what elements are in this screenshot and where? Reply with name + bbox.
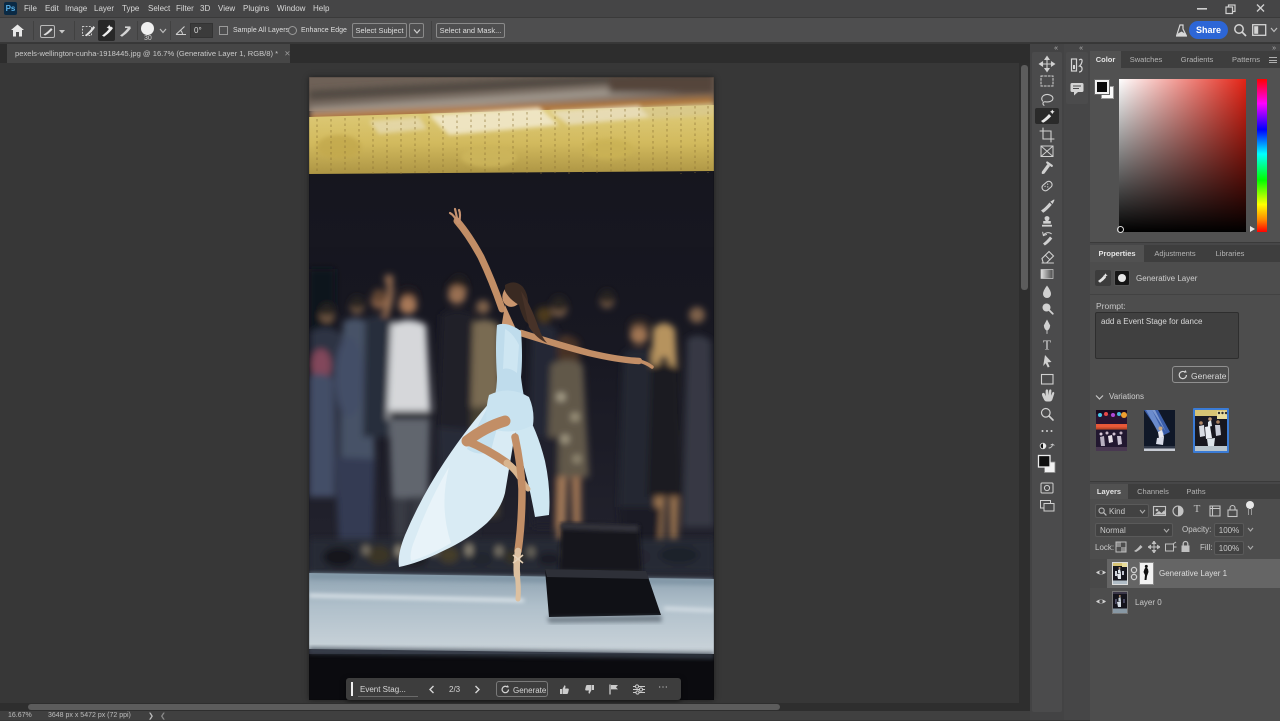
svg-text:T: T [1043,338,1052,353]
